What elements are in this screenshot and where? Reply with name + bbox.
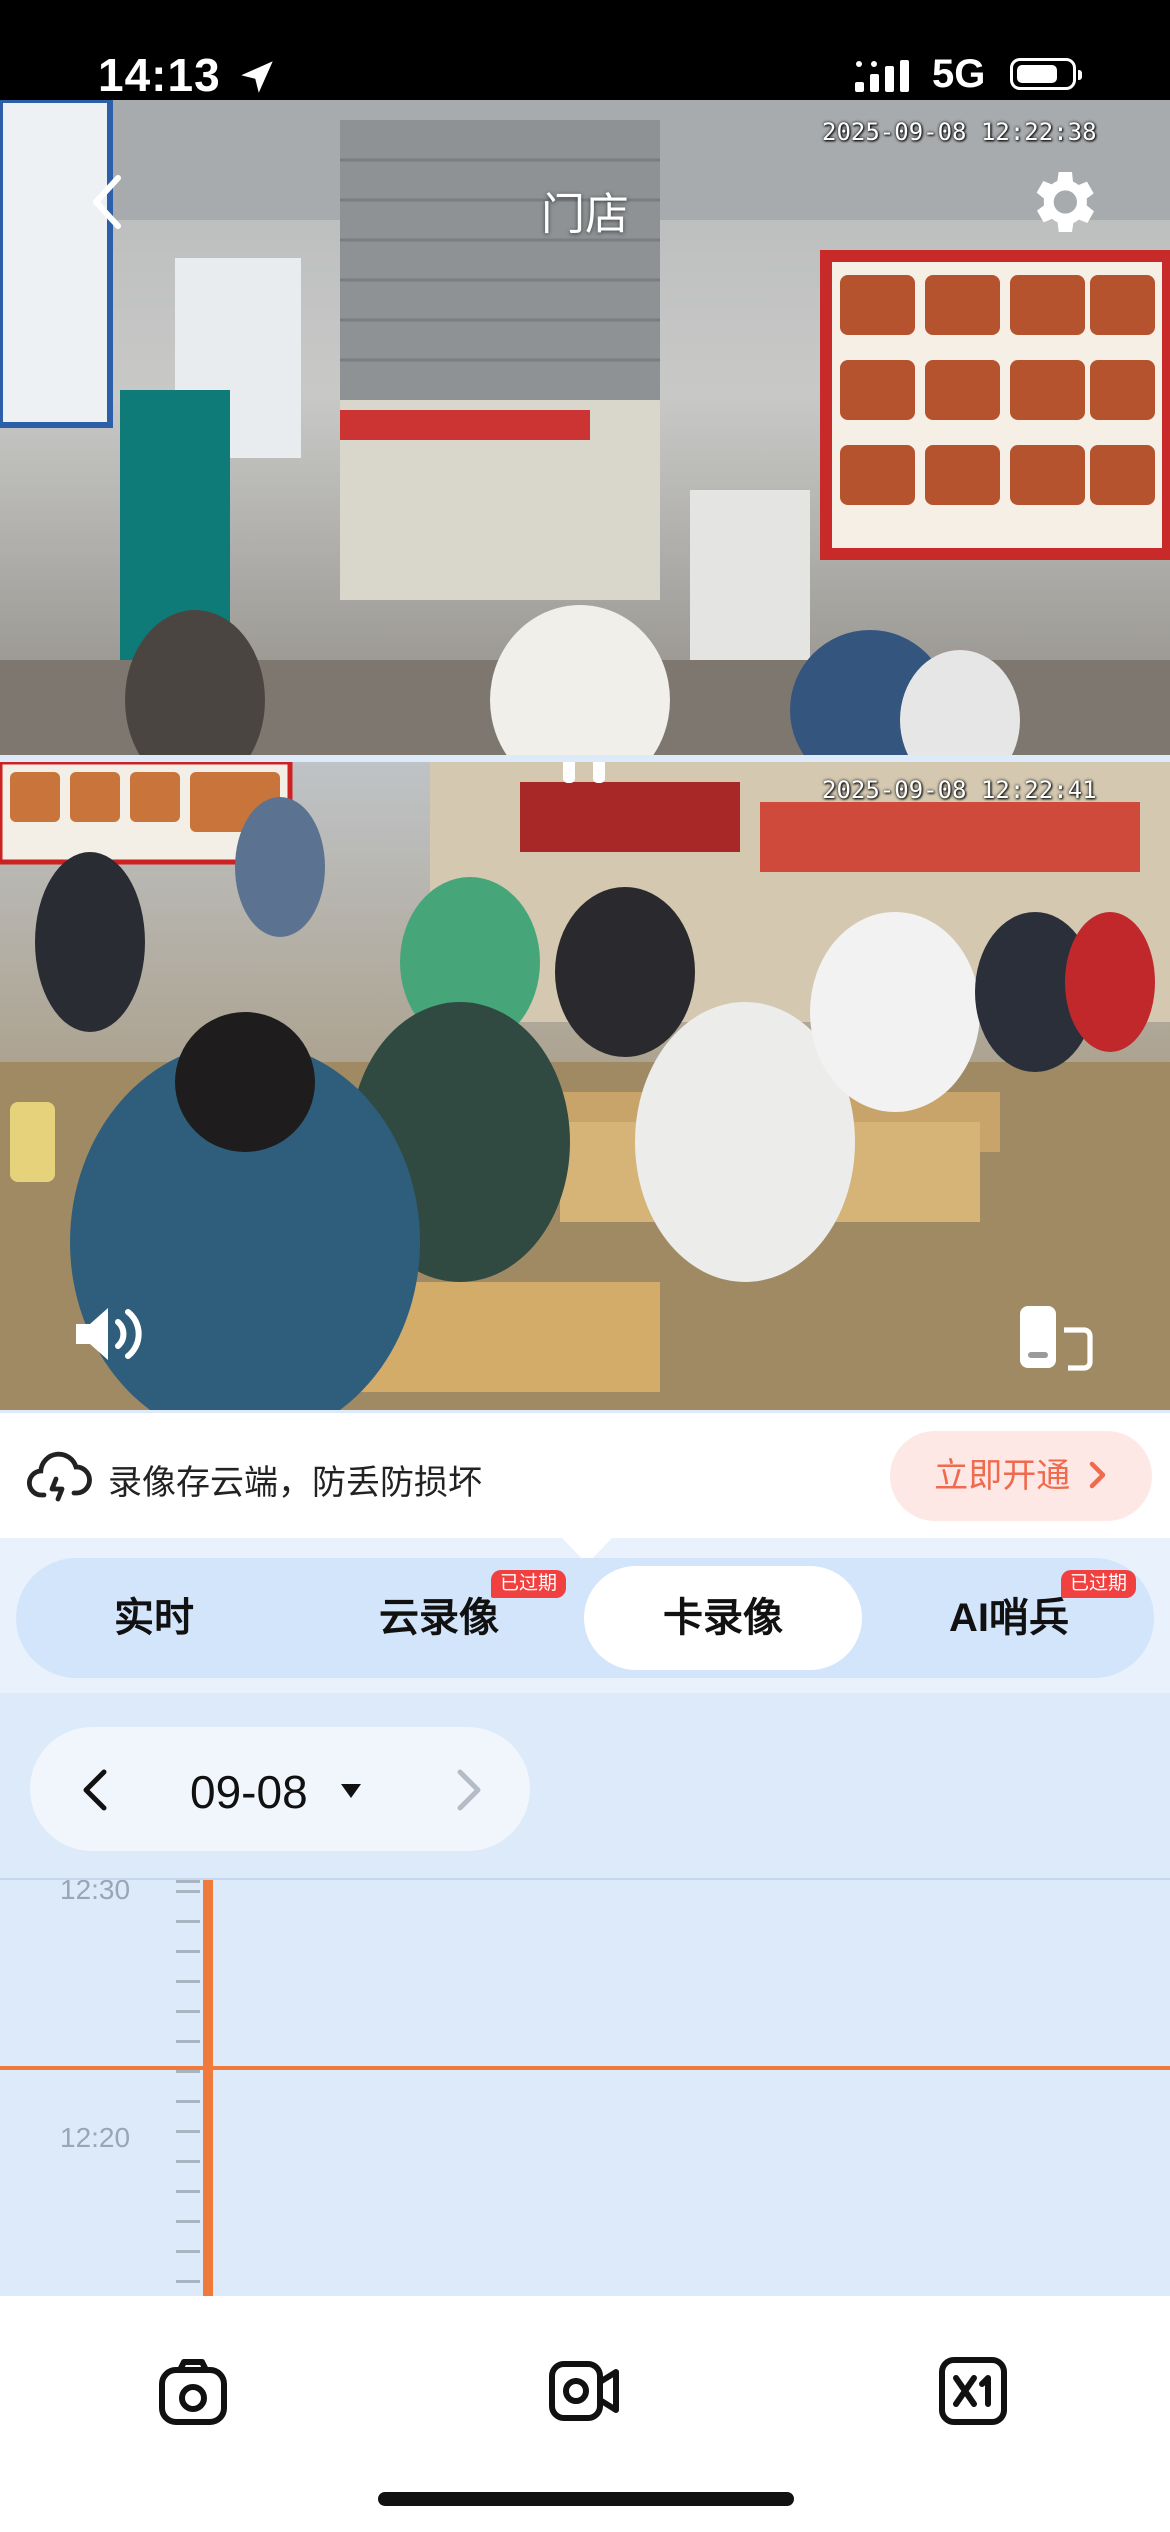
- timeline-tick: [176, 1950, 200, 1953]
- cloud-icon: [27, 1451, 92, 1502]
- playback-mode-tabs: 实时 云录像 已过期 卡录像 AI哨兵 已过期: [0, 1538, 1170, 1693]
- cloud-banner-text: 录像存云端，防丢防损坏: [108, 1464, 482, 1502]
- chevron-left-icon[interactable]: [78, 1767, 114, 1813]
- feed-2-timestamp: 2025-09-08 12:22:41: [822, 776, 1097, 804]
- tab-live-label: 实时: [114, 1596, 194, 1640]
- network-type: 5G: [932, 52, 986, 96]
- home-indicator[interactable]: [378, 2492, 794, 2506]
- caret-down-icon[interactable]: [340, 1783, 362, 1799]
- tab-cloud-recording[interactable]: 云录像 已过期: [301, 1558, 577, 1678]
- timeline-tick: [176, 1920, 200, 1923]
- speaker-icon[interactable]: [72, 1302, 148, 1366]
- timeline-tick: [176, 1880, 200, 1883]
- video-record-icon[interactable]: [548, 2354, 622, 2428]
- signal-icon: [855, 60, 909, 92]
- tab-ai-sentinel-label: AI哨兵: [949, 1596, 1069, 1640]
- timeline-tick: [176, 2070, 200, 2073]
- status-time: 14:13: [98, 49, 221, 101]
- timeline-tick: [176, 2220, 200, 2223]
- expired-badge: 已过期: [1061, 1570, 1137, 1598]
- feed-1-timestamp: 2025-09-08 12:22:38: [822, 118, 1097, 146]
- timeline-tick: [176, 2280, 200, 2283]
- recording-bar: [203, 1880, 213, 2296]
- expired-badge: 已过期: [491, 1570, 567, 1598]
- gear-icon[interactable]: [1022, 162, 1102, 242]
- date-picker: 09-08: [30, 1727, 530, 1851]
- timeline-tick: [176, 1980, 200, 1983]
- selected-date[interactable]: 09-08: [190, 1765, 308, 1819]
- recording-timeline[interactable]: 12:30 12:20: [0, 1878, 1170, 2296]
- tab-ai-sentinel[interactable]: AI哨兵 已过期: [871, 1558, 1147, 1678]
- speed-x1-icon[interactable]: [938, 2356, 1008, 2426]
- camera-feed-1[interactable]: 2025-09-08 12:22:38 门店: [0, 100, 1170, 755]
- tab-card-recording-label: 卡录像: [663, 1596, 783, 1640]
- timeline-tick: [176, 1890, 200, 1893]
- pause-icon[interactable]: [548, 762, 620, 792]
- cloud-storage-banner: 录像存云端，防丢防损坏 立即开通: [0, 1413, 1170, 1538]
- battery-icon: [1010, 58, 1082, 90]
- rotate-screen-icon[interactable]: [1016, 1302, 1096, 1372]
- timeline-tick: [176, 2160, 200, 2163]
- timeline-tick: [176, 2040, 200, 2043]
- tab-live[interactable]: 实时: [16, 1558, 292, 1678]
- feed-2-scene: [0, 762, 1170, 1410]
- timeline-tick: [176, 2010, 200, 2013]
- playhead-line[interactable]: [0, 2066, 1170, 2070]
- location-arrow-icon: [241, 61, 273, 93]
- activate-now-label: 立即开通: [934, 1457, 1071, 1495]
- tab-cloud-recording-label: 云录像: [379, 1596, 499, 1640]
- status-bar: 14:13 5G: [0, 0, 1170, 101]
- timeline-tick: [176, 2190, 200, 2193]
- chevron-right-icon[interactable]: [450, 1767, 486, 1813]
- activate-now-button[interactable]: 立即开通: [890, 1431, 1152, 1521]
- timeline-tick: [176, 2130, 200, 2133]
- timeline-tick: [176, 2100, 200, 2103]
- chevron-right-icon: [1089, 1461, 1105, 1489]
- timeline-label: 12:30: [60, 1878, 131, 1905]
- camera-feed-2[interactable]: 2025-09-08 12:22:41: [0, 762, 1170, 1410]
- timeline-tick: [176, 2250, 200, 2253]
- tab-card-recording[interactable]: 卡录像: [584, 1566, 862, 1670]
- timeline-label: 12:20: [60, 2122, 131, 2153]
- camera-title: 门店: [541, 190, 629, 239]
- camera-icon[interactable]: [156, 2354, 230, 2428]
